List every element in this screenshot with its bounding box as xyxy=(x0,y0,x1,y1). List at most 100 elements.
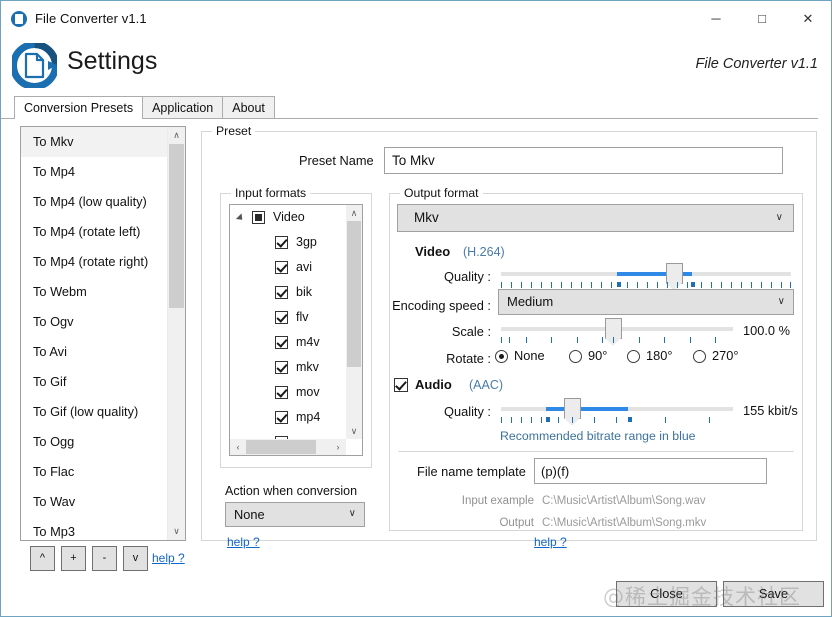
checkbox-mkv[interactable] xyxy=(275,361,288,374)
tree-vertical-scrollbar[interactable]: ∧ ∨ xyxy=(346,205,362,439)
remove-preset-button[interactable]: - xyxy=(92,546,117,571)
tree-row[interactable]: mov xyxy=(230,380,346,405)
audio-enabled-checkbox[interactable] xyxy=(394,378,408,392)
list-item[interactable]: To Mp3 xyxy=(21,517,168,540)
checkbox-flv[interactable] xyxy=(275,311,288,324)
checkbox-mp4[interactable] xyxy=(275,411,288,424)
output-container-select[interactable]: Mkv ∨ xyxy=(397,204,794,232)
list-item[interactable]: To Mkv xyxy=(21,127,168,157)
scale-value: 100.0 % xyxy=(743,323,790,338)
list-item[interactable]: To Mp4 xyxy=(21,157,168,187)
preset-list[interactable]: To Mkv To Mp4 To Mp4 (low quality) To Mp… xyxy=(20,126,186,541)
tree-row[interactable]: m4v xyxy=(230,330,346,355)
tree-horizontal-scrollbar[interactable]: ‹ › xyxy=(230,439,346,455)
checkbox-video[interactable] xyxy=(252,211,265,224)
tree-row[interactable]: avi xyxy=(230,255,346,280)
tree-row[interactable]: 3gp xyxy=(230,230,346,255)
list-item[interactable]: To Avi xyxy=(21,337,168,367)
audio-quality-slider-thumb[interactable] xyxy=(564,398,581,426)
tree-row[interactable]: mp4 xyxy=(230,405,346,430)
settings-window: File Converter v1.1 ─ □ ✕ Settings File … xyxy=(0,0,832,617)
app-logo-icon xyxy=(11,10,27,27)
output-example-label: Output xyxy=(499,517,534,529)
minimize-icon[interactable]: ─ xyxy=(693,1,739,36)
filename-template-input[interactable] xyxy=(534,458,767,484)
scroll-up-icon[interactable]: ∧ xyxy=(346,205,362,221)
action-when-conversion-select[interactable]: None ∨ xyxy=(225,502,365,527)
preset-actions: ^ + - v xyxy=(30,546,154,571)
select-value: Medium xyxy=(507,294,554,309)
save-button[interactable]: Save xyxy=(723,581,824,607)
preset-group-legend: Preset xyxy=(212,124,256,138)
scrollbar-thumb[interactable] xyxy=(347,221,361,367)
tree-row-video[interactable]: Video xyxy=(230,205,346,230)
list-item[interactable]: To Ogv xyxy=(21,307,168,337)
list-item[interactable]: To Ogg xyxy=(21,427,168,457)
scroll-left-icon[interactable]: ‹ xyxy=(230,439,246,455)
encoding-speed-select[interactable]: Medium ∨ xyxy=(498,289,794,315)
list-item[interactable]: To Mp4 (low quality) xyxy=(21,187,168,217)
tree-row[interactable]: mkv xyxy=(230,355,346,380)
scrollbar-thumb[interactable] xyxy=(246,440,316,454)
scroll-right-icon[interactable]: › xyxy=(330,439,346,455)
checkbox-mov[interactable] xyxy=(275,386,288,399)
radio-label: 270° xyxy=(712,348,739,363)
maximize-icon[interactable]: □ xyxy=(739,1,785,36)
checkbox-3gp[interactable] xyxy=(275,236,288,249)
list-item[interactable]: To Mp4 (rotate right) xyxy=(21,247,168,277)
scrollbar-thumb[interactable] xyxy=(169,144,184,308)
list-item[interactable]: To Mp4 (rotate left) xyxy=(21,217,168,247)
page-header: Settings File Converter v1.1 xyxy=(1,36,831,89)
list-item[interactable]: To Gif (low quality) xyxy=(21,397,168,427)
video-codec-label: (H.264) xyxy=(463,245,505,259)
scroll-down-icon[interactable]: ∨ xyxy=(346,423,362,439)
video-quality-label: Quality : xyxy=(444,269,491,284)
tree-row[interactable]: flv xyxy=(230,305,346,330)
tree-label: 3gp xyxy=(296,235,317,249)
tree-row[interactable]: ogv xyxy=(230,455,346,456)
video-quality-slider-thumb[interactable] xyxy=(666,263,683,291)
scale-slider-thumb[interactable] xyxy=(605,318,622,346)
video-quality-slider[interactable] xyxy=(501,272,791,276)
scroll-down-icon[interactable]: ∨ xyxy=(168,523,185,540)
close-button[interactable]: Close xyxy=(616,581,717,607)
chevron-down-icon: ∨ xyxy=(775,212,783,223)
input-formats-help-link[interactable]: help ? xyxy=(227,535,260,549)
audio-quality-value: 155 kbit/s xyxy=(743,403,798,418)
scale-label: Scale : xyxy=(451,324,491,339)
list-item[interactable]: To Wav xyxy=(21,487,168,517)
scroll-up-icon[interactable]: ∧ xyxy=(168,127,185,144)
close-icon[interactable]: ✕ xyxy=(785,1,831,36)
move-up-button[interactable]: ^ xyxy=(30,546,55,571)
input-formats-tree[interactable]: Video 3gp avi bik flv m4v mkv mov mp4 ∧ … xyxy=(229,204,363,456)
tab-application[interactable]: Application xyxy=(142,96,224,118)
tree-label: Video xyxy=(273,210,305,224)
list-item[interactable]: To Gif xyxy=(21,367,168,397)
move-down-button[interactable]: v xyxy=(123,546,148,571)
tree-row[interactable]: bik xyxy=(230,280,346,305)
checkbox-avi[interactable] xyxy=(275,261,288,274)
expand-collapse-icon[interactable] xyxy=(235,213,246,223)
page-title: Settings xyxy=(67,47,158,75)
chevron-down-icon: ∨ xyxy=(348,508,356,519)
divider xyxy=(398,451,794,452)
window-title: File Converter v1.1 xyxy=(35,11,147,26)
preset-list-scrollbar[interactable]: ∧ ∨ xyxy=(167,127,185,540)
list-item[interactable]: To Flac xyxy=(21,457,168,487)
checkbox-bik[interactable] xyxy=(275,286,288,299)
add-preset-button[interactable]: + xyxy=(61,546,86,571)
preset-name-input[interactable] xyxy=(384,147,783,174)
checkbox-m4v[interactable] xyxy=(275,336,288,349)
filename-help-link[interactable]: help ? xyxy=(534,535,567,549)
preset-help-link[interactable]: help ? xyxy=(152,551,185,565)
list-item[interactable]: To Webm xyxy=(21,277,168,307)
audio-quality-slider[interactable] xyxy=(501,407,733,411)
tab-about[interactable]: About xyxy=(222,96,275,118)
tab-conversion-presets[interactable]: Conversion Presets xyxy=(14,96,144,119)
app-version-label: File Converter v1.1 xyxy=(695,56,819,72)
video-quality-ticks xyxy=(501,282,791,289)
radio-label: 90° xyxy=(588,348,608,363)
input-example-label: Input example xyxy=(461,495,534,507)
radio-label: None xyxy=(514,348,545,363)
preset-list-items: To Mkv To Mp4 To Mp4 (low quality) To Mp… xyxy=(21,127,168,540)
